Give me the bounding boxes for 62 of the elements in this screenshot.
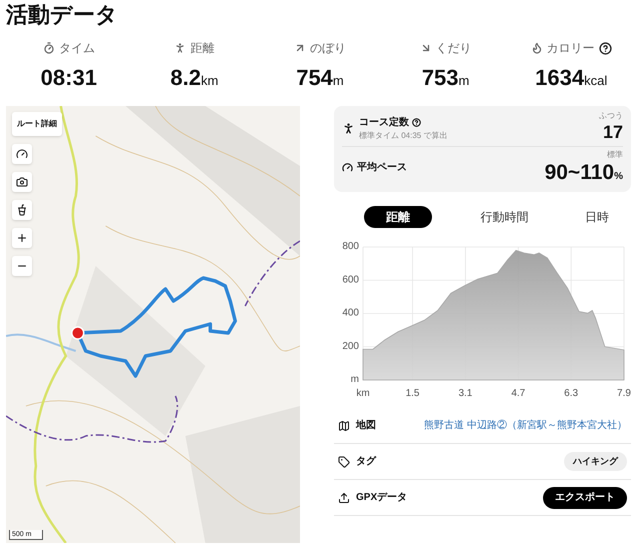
tab[interactable]: 行動時間 bbox=[472, 206, 536, 228]
cup-icon bbox=[16, 204, 28, 216]
route-detail-button[interactable]: ルート詳細 bbox=[12, 112, 62, 136]
stat-label: のぼり bbox=[310, 40, 346, 57]
pace-rating: 標準 bbox=[607, 149, 623, 161]
stat-label: タイム bbox=[58, 40, 95, 57]
course-note: 標準タイム 04:35 で算出 bbox=[359, 130, 448, 142]
tag-icon bbox=[338, 456, 350, 468]
gauge-button[interactable] bbox=[12, 144, 32, 164]
stat-value: 1634 bbox=[535, 64, 584, 92]
page-title: 活動データ bbox=[6, 1, 119, 29]
course-label: コース定数 bbox=[359, 115, 409, 130]
export-button[interactable]: エクスポート bbox=[543, 486, 627, 508]
x-tick-label: 6.3 bbox=[564, 388, 578, 399]
flame-icon bbox=[530, 42, 543, 54]
y-tick-label: 200 bbox=[342, 340, 359, 352]
cup-button[interactable] bbox=[12, 200, 32, 220]
stat-unit: kcal bbox=[584, 72, 608, 90]
x-tick-label: 3.1 bbox=[458, 388, 472, 399]
tag-chip[interactable]: ハイキング bbox=[564, 452, 627, 472]
stat-label: くだり bbox=[436, 40, 472, 57]
y-tick-label: 400 bbox=[342, 308, 359, 318]
stat-label: 距離 bbox=[190, 40, 214, 57]
stat-label: カロリー bbox=[546, 40, 595, 57]
x-tick-label: 1.5 bbox=[406, 388, 420, 399]
help-icon[interactable] bbox=[412, 118, 421, 127]
x-tick-label: 7.9 bbox=[617, 388, 631, 399]
row-label: 地図 bbox=[356, 418, 376, 433]
course-rating: ふつう bbox=[599, 110, 623, 122]
course-value: 17 bbox=[602, 122, 623, 142]
map-link[interactable]: 熊野古道 中辺路②（新宮駅～熊野本宮大社） bbox=[424, 418, 627, 433]
pace-label: 平均ペース bbox=[357, 160, 407, 174]
help-icon[interactable] bbox=[598, 42, 612, 54]
x-tick-label: km bbox=[356, 388, 370, 399]
timer-icon bbox=[42, 42, 55, 54]
camera-icon bbox=[16, 176, 28, 188]
camera-button[interactable] bbox=[12, 172, 32, 192]
stat-unit: km bbox=[201, 72, 218, 90]
gauge-icon bbox=[342, 162, 353, 172]
stat-value: 8.2 bbox=[170, 64, 202, 92]
tab[interactable]: 距離 bbox=[364, 206, 432, 228]
x-tick-label: 4.7 bbox=[511, 388, 526, 399]
y-tick-label: 800 bbox=[342, 241, 359, 252]
y-tick-label: 600 bbox=[342, 274, 359, 286]
pace-value: 90~110 bbox=[544, 161, 614, 185]
stat-unit: m bbox=[332, 73, 344, 90]
pace-unit: % bbox=[614, 170, 623, 184]
row-label: タグ bbox=[356, 455, 376, 469]
map-icon bbox=[338, 420, 350, 432]
walker-icon bbox=[174, 42, 186, 54]
stat-unit: m bbox=[458, 72, 470, 90]
stat-value: 08:31 bbox=[40, 64, 97, 92]
hiker-icon bbox=[342, 122, 355, 135]
stat-value: 754 bbox=[296, 64, 333, 92]
y-tick-label: m bbox=[350, 374, 359, 385]
tab[interactable]: 日時 bbox=[577, 206, 617, 228]
stat-value: 753 bbox=[422, 64, 459, 92]
zoom-in-button[interactable] bbox=[12, 228, 32, 248]
upload-icon bbox=[338, 492, 350, 504]
zoom-in-icon bbox=[16, 232, 28, 244]
gauge-icon bbox=[16, 148, 28, 160]
row-label: GPXデータ bbox=[356, 491, 408, 505]
